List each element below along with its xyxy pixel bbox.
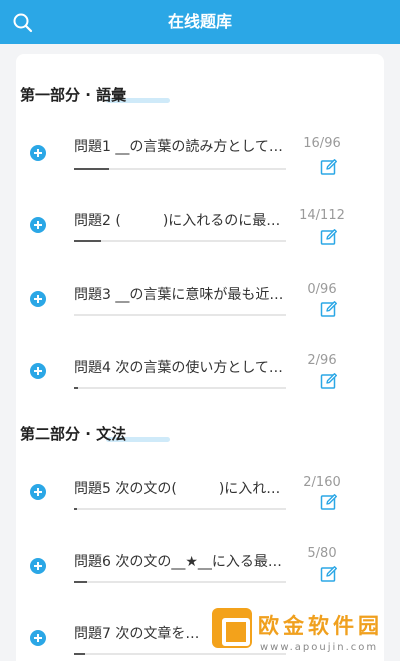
progress-bar [74, 387, 286, 389]
progress-count: 5/80 [307, 546, 337, 561]
edit-icon[interactable] [320, 158, 338, 176]
section-title-grammar: 第二部分 · 文法 [20, 423, 170, 444]
progress-fill [74, 387, 79, 389]
list-item[interactable]: 問題5 次の文の( )に入れ… 2/160 [0, 466, 368, 526]
list-item[interactable]: 問題3 __の言葉に意味が最も近… 0/96 [0, 272, 368, 332]
edit-icon[interactable] [320, 372, 338, 390]
add-icon[interactable] [30, 630, 46, 646]
progress-bar [74, 581, 286, 583]
progress-fill [74, 581, 88, 583]
watermark-logo-icon [212, 608, 252, 648]
progress-bar [74, 168, 286, 170]
progress-count: 2/160 [303, 475, 341, 490]
progress-fill [74, 508, 77, 510]
question-label: 問題1 __の言葉の読み方として… [74, 139, 283, 155]
progress-fill [74, 653, 85, 655]
add-icon[interactable] [30, 558, 46, 574]
edit-icon[interactable] [320, 300, 338, 318]
question-label: 問題3 __の言葉に意味が最も近… [74, 287, 284, 303]
question-label: 問題6 次の文の__★__に入る最… [74, 554, 282, 570]
edit-icon[interactable] [320, 493, 338, 511]
edit-icon[interactable] [320, 228, 338, 246]
progress-count: 16/96 [303, 136, 341, 151]
list-item[interactable]: 問題2 ( )に入れるのに最… 14/112 [0, 198, 368, 258]
list-item[interactable]: 問題1 __の言葉の読み方として… 16/96 [0, 124, 368, 184]
watermark-text: 欧金软件园 [258, 614, 383, 638]
list-item[interactable]: 問題6 次の文の__★__に入る最… 5/80 [0, 540, 368, 600]
progress-count: 14/112 [299, 208, 345, 223]
progress-bar [74, 240, 286, 242]
question-label: 問題7 次の文章を… [74, 626, 200, 642]
progress-fill [74, 240, 101, 242]
question-label: 問題5 次の文の( )に入れ… [74, 481, 281, 497]
progress-bar [74, 508, 286, 510]
section-title-vocabulary: 第一部分 · 語彙 [20, 84, 170, 105]
top-bar: 在线题库 [0, 0, 400, 44]
progress-bar [74, 314, 286, 316]
add-icon[interactable] [30, 484, 46, 500]
add-icon[interactable] [30, 291, 46, 307]
add-icon[interactable] [30, 217, 46, 233]
progress-count: 0/96 [307, 282, 337, 297]
progress-fill [74, 168, 110, 170]
progress-count: 2/96 [307, 353, 337, 368]
question-label: 問題4 次の言葉の使い方として… [74, 360, 283, 376]
edit-icon[interactable] [320, 565, 338, 583]
add-icon[interactable] [30, 145, 46, 161]
list-item[interactable]: 問題4 次の言葉の使い方として… 2/96 [0, 345, 368, 405]
watermark-url: www.apoujin.com [260, 642, 379, 653]
page-title: 在线题库 [167, 12, 232, 31]
watermark: 欧金软件园 www.apoujin.com [212, 600, 400, 661]
add-icon[interactable] [30, 363, 46, 379]
question-label: 問題2 ( )に入れるのに最… [74, 213, 281, 229]
